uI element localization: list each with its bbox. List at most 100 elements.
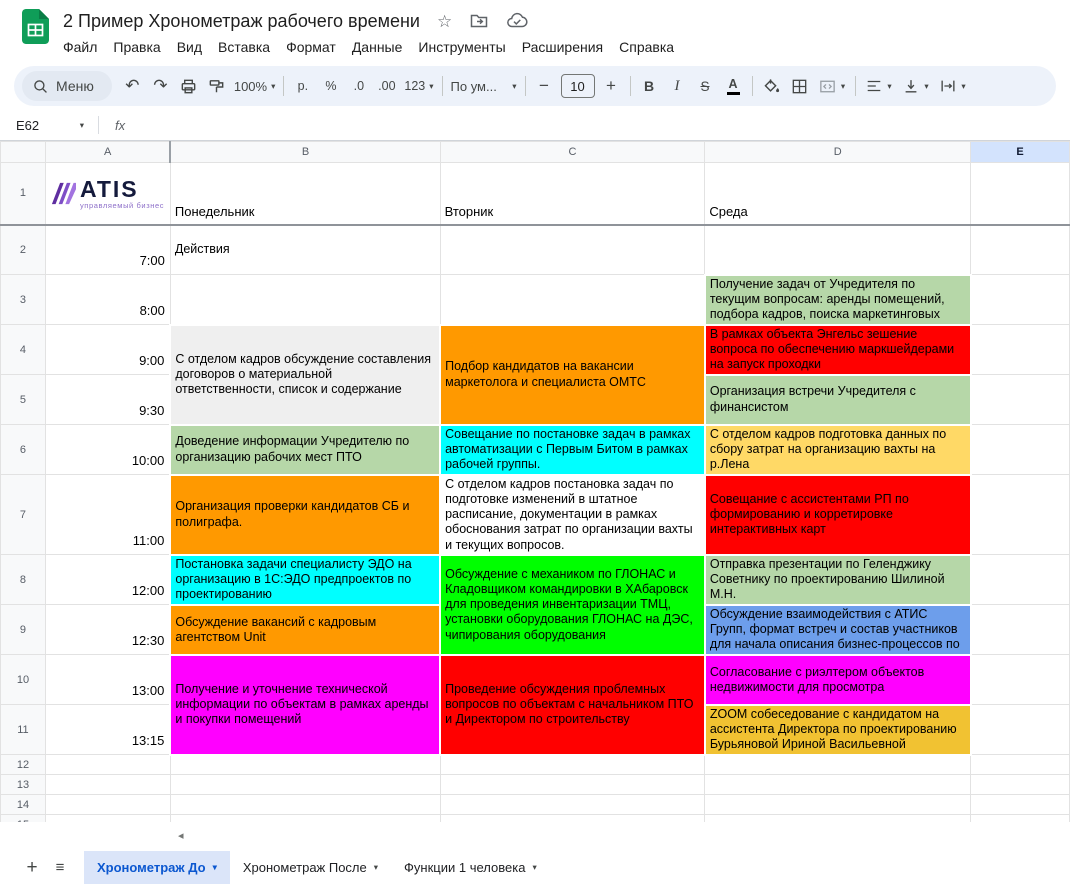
row-header-12[interactable]: 12 bbox=[0, 754, 46, 776]
column-header-A[interactable]: A bbox=[44, 141, 172, 163]
menu-item-7[interactable]: Инструменты bbox=[410, 36, 513, 58]
cell-C13[interactable] bbox=[439, 774, 706, 796]
cell-E14[interactable] bbox=[970, 794, 1070, 816]
cell-E13[interactable] bbox=[970, 774, 1070, 796]
cell-A15[interactable] bbox=[44, 814, 171, 822]
cell-D10[interactable]: Согласование с риэлтером объектов недвиж… bbox=[703, 653, 972, 706]
chevron-down-icon[interactable]: ▾ bbox=[374, 862, 378, 873]
column-header-B[interactable]: B bbox=[169, 141, 441, 163]
row-header-4[interactable]: 4 bbox=[0, 324, 46, 375]
cell-D7[interactable]: Совещание с ассистентами РП по формирова… bbox=[703, 473, 972, 556]
chevron-down-icon[interactable]: ▾ bbox=[213, 862, 217, 873]
fill-color-button[interactable] bbox=[758, 72, 785, 100]
row-header-13[interactable]: 13 bbox=[0, 774, 46, 796]
row-header-5[interactable]: 5 bbox=[0, 374, 46, 425]
cell-B14[interactable] bbox=[169, 794, 441, 816]
row-header-15[interactable]: 15 bbox=[0, 814, 46, 822]
cell-D1[interactable]: Среда bbox=[704, 162, 972, 226]
cell-A7[interactable]: 11:00 bbox=[44, 473, 171, 556]
font-select[interactable]: По ум... ▾ bbox=[448, 72, 520, 100]
cell-D14[interactable] bbox=[704, 794, 972, 816]
cell-A10[interactable]: 13:00 bbox=[44, 654, 171, 706]
text-wrap-button[interactable]: ▾ bbox=[935, 72, 971, 100]
row-header-11[interactable]: 11 bbox=[0, 704, 46, 756]
select-all-corner[interactable] bbox=[0, 141, 46, 163]
row-header-7[interactable]: 7 bbox=[0, 473, 46, 556]
cell-A5[interactable]: 9:30 bbox=[44, 374, 171, 425]
cell-D9[interactable]: Обсуждение взаимодействия с АТИС Групп, … bbox=[703, 603, 972, 656]
menu-item-6[interactable]: Данные bbox=[344, 36, 411, 58]
decrease-font-size-button[interactable]: − bbox=[531, 72, 558, 100]
cell-E2[interactable] bbox=[970, 224, 1070, 275]
text-color-button[interactable]: A bbox=[720, 72, 747, 100]
menu-item-3[interactable]: Вид bbox=[169, 36, 210, 58]
decrease-decimals-button[interactable]: .0 bbox=[345, 72, 372, 100]
cell-C6[interactable]: Совещание по постановке задач в рамках а… bbox=[439, 423, 706, 476]
menu-item-8[interactable]: Расширения bbox=[514, 36, 611, 58]
row-header-3[interactable]: 3 bbox=[0, 274, 46, 325]
cell-E1[interactable] bbox=[970, 162, 1070, 226]
font-size-input[interactable]: 10 bbox=[560, 74, 595, 98]
print-button[interactable] bbox=[175, 72, 202, 100]
cell-D8[interactable]: Отправка презентации по Геленджику Совет… bbox=[703, 553, 972, 606]
cell-D6[interactable]: С отделом кадров подготовка данных по сб… bbox=[703, 423, 972, 476]
cell-E8[interactable] bbox=[970, 554, 1070, 606]
cell-A2[interactable]: 7:00 bbox=[44, 224, 171, 275]
redo-button[interactable]: ↷ bbox=[147, 72, 174, 100]
scroll-left-icon[interactable]: ◂ bbox=[178, 829, 184, 842]
cell-C1[interactable]: Вторник bbox=[439, 162, 706, 226]
vertical-align-button[interactable]: ▾ bbox=[898, 72, 934, 100]
strikethrough-button[interactable]: S bbox=[692, 72, 719, 100]
cell-E6[interactable] bbox=[970, 424, 1070, 475]
row-header-1[interactable]: 1 bbox=[0, 162, 46, 226]
cell-C12[interactable] bbox=[439, 754, 706, 776]
cell-C7[interactable]: С отделом кадров постановка задач по под… bbox=[439, 473, 706, 556]
cell-B13[interactable] bbox=[169, 774, 441, 796]
toolbar-menu-search[interactable]: Меню bbox=[22, 71, 112, 101]
menu-item-5[interactable]: Формат bbox=[278, 36, 344, 58]
format-percent-button[interactable]: % bbox=[317, 72, 344, 100]
cell-E5[interactable] bbox=[970, 374, 1070, 425]
cell-D11[interactable]: ZOOM собеседование с кандидатом на ассис… bbox=[703, 703, 972, 756]
star-icon[interactable]: ☆ bbox=[437, 13, 452, 30]
horizontal-align-button[interactable]: ▾ bbox=[861, 72, 897, 100]
cell-B12[interactable] bbox=[169, 754, 441, 776]
cell-E12[interactable] bbox=[970, 754, 1070, 776]
zoom-select[interactable]: 100% ▾ bbox=[231, 72, 279, 100]
cell-A4[interactable]: 9:00 bbox=[44, 324, 171, 375]
cell-C8[interactable]: Обсуждение с механиком по ГЛОНАС и Кладо… bbox=[439, 553, 706, 656]
cell-A9[interactable]: 12:30 bbox=[44, 604, 171, 656]
cell-D12[interactable] bbox=[704, 754, 972, 776]
cell-B7[interactable]: Организация проверки кандидатов СБ и пол… bbox=[169, 473, 442, 556]
cell-B8[interactable]: Постановка задачи специалисту ЭДО на орг… bbox=[169, 553, 442, 606]
sheets-logo-icon[interactable] bbox=[22, 9, 49, 44]
cell-C2[interactable] bbox=[439, 224, 706, 275]
merge-cells-button[interactable]: ▾ bbox=[814, 72, 850, 100]
cell-B10[interactable]: Получение и уточнение технической информ… bbox=[169, 653, 442, 756]
menu-item-1[interactable]: Файл bbox=[55, 36, 105, 58]
cell-D3[interactable]: Получение задач от Учредителя по текущим… bbox=[703, 273, 972, 326]
cell-B1[interactable]: Понедельник bbox=[169, 162, 441, 226]
increase-decimals-button[interactable]: .00 bbox=[373, 72, 400, 100]
undo-button[interactable]: ↶ bbox=[119, 72, 146, 100]
document-title[interactable]: 2 Пример Хронометраж рабочего времени bbox=[63, 11, 420, 32]
cell-E7[interactable] bbox=[970, 473, 1070, 556]
cell-C3[interactable] bbox=[439, 274, 706, 325]
row-header-14[interactable]: 14 bbox=[0, 794, 46, 816]
cell-E9[interactable] bbox=[970, 604, 1070, 656]
cell-A8[interactable]: 12:00 bbox=[44, 554, 171, 606]
chevron-down-icon[interactable]: ▾ bbox=[532, 862, 536, 873]
format-currency-button[interactable]: р. bbox=[289, 72, 316, 100]
cell-E3[interactable] bbox=[970, 274, 1070, 325]
row-header-9[interactable]: 9 bbox=[0, 604, 46, 656]
cell-B4[interactable]: С отделом кадров обсуждение составления … bbox=[169, 323, 442, 426]
paint-format-button[interactable] bbox=[203, 72, 230, 100]
cell-B15[interactable] bbox=[169, 814, 441, 822]
borders-button[interactable] bbox=[786, 72, 813, 100]
sheet-tab-3[interactable]: Функции 1 человека ▾ bbox=[391, 851, 550, 884]
cell-A1[interactable]: ATIS управляемый бизнес bbox=[44, 162, 171, 226]
column-header-C[interactable]: C bbox=[439, 141, 706, 163]
column-header-E[interactable]: E bbox=[970, 141, 1070, 163]
cell-E10[interactable] bbox=[970, 654, 1070, 706]
menu-item-2[interactable]: Правка bbox=[105, 36, 168, 58]
